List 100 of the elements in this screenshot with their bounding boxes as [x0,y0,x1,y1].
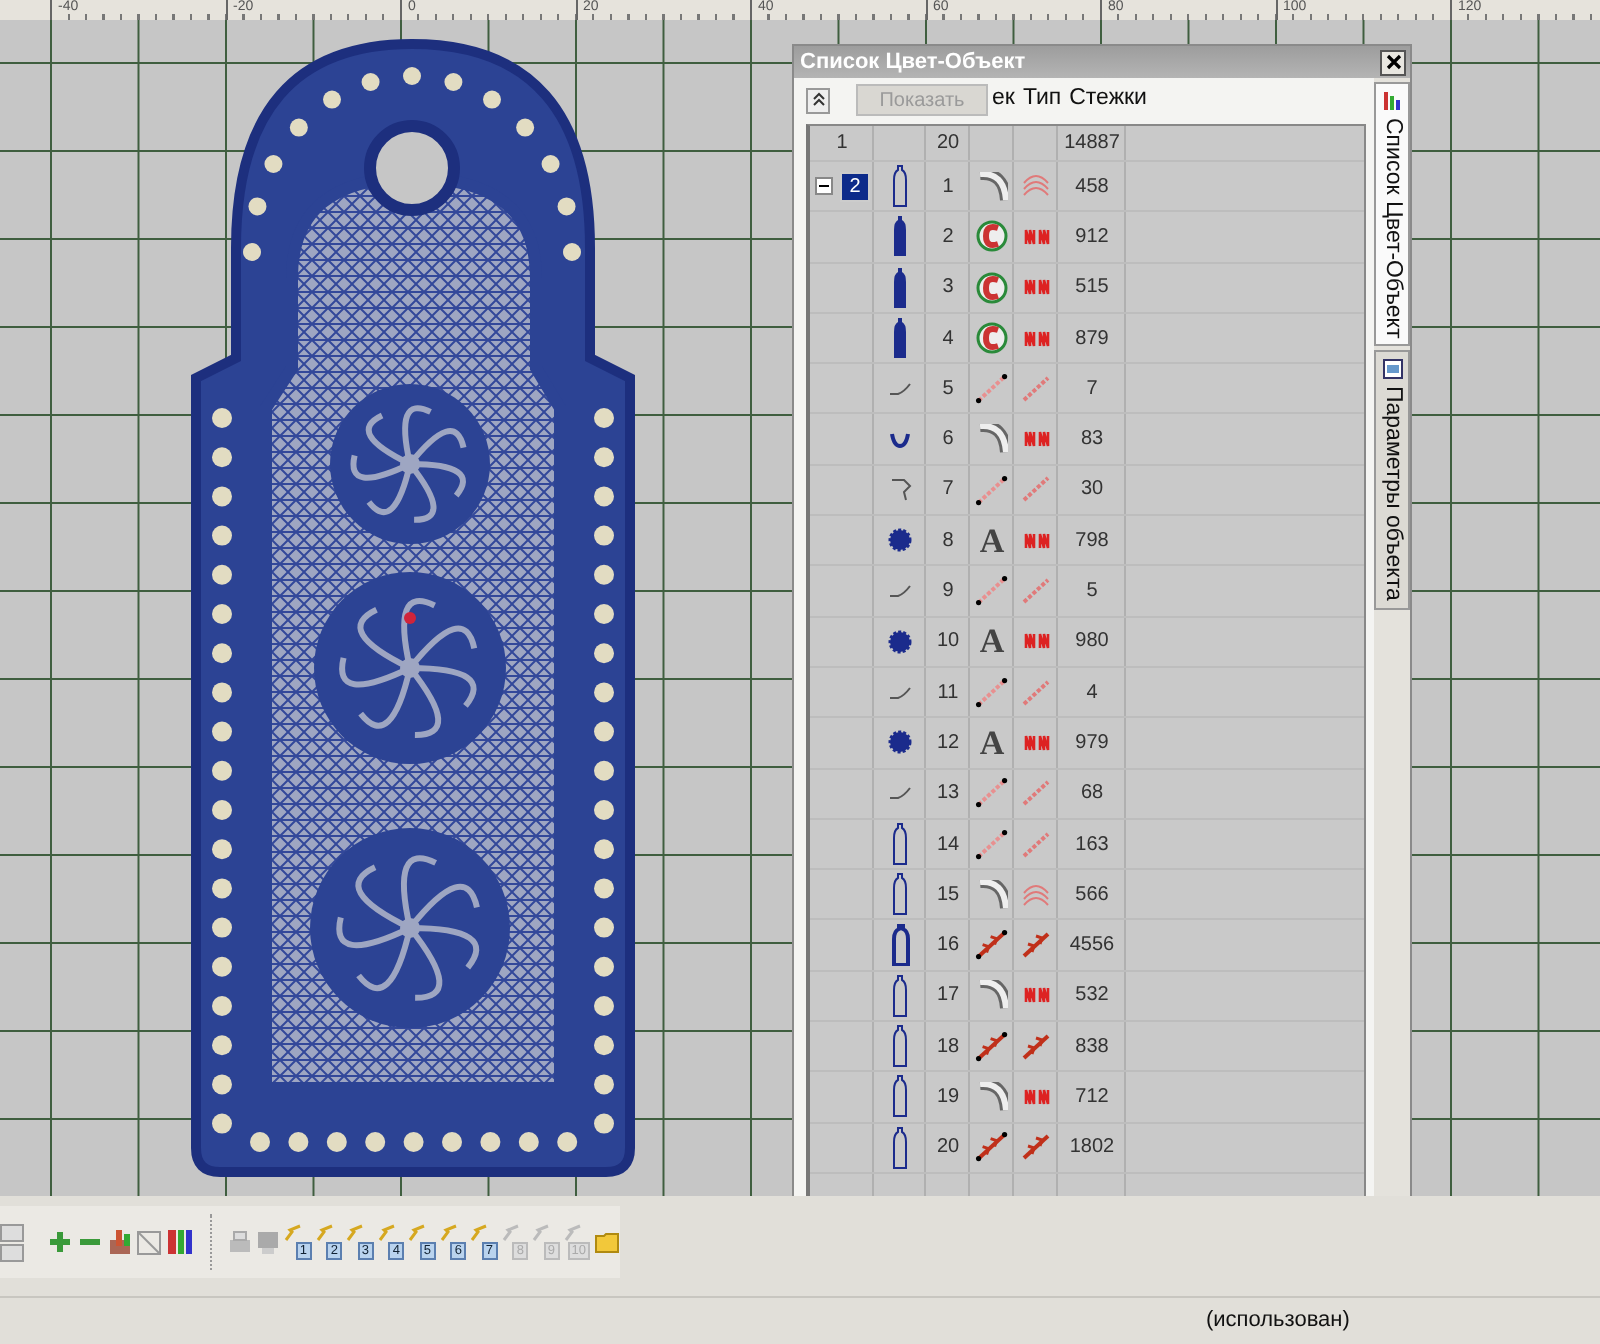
stitch-line-icon [974,776,1010,810]
stitch-count-cell-text: 515 [1075,274,1109,303]
stitch-count-cell-text: 912 [1075,223,1109,252]
bottle-outline-icon [892,1074,908,1119]
column-header: Стежки [1069,84,1147,115]
stitch-count-cell-text: 163 [1075,831,1109,859]
number-cell-text: 9 [942,578,954,607]
arrows-icon [1022,1033,1050,1060]
zigzag-icon [1023,986,1049,1005]
column-header: ек [992,84,1015,115]
close-icon [1385,54,1401,70]
flower-icon [888,629,912,654]
stitch-line-icon [974,473,1010,507]
stitch-count-cell-text: 798 [1075,527,1109,556]
print-icon [228,1230,252,1254]
bottle-outline-icon [891,923,909,967]
stitch-line-icon [974,675,1010,709]
stitch-line-icon [1022,375,1050,402]
stitch-count-cell-text: 68 [1080,780,1104,809]
stroke-icon [888,381,912,396]
zigzag-icon [1023,278,1049,297]
stitch-count-cell-text: 458 [1075,173,1109,202]
number-cell-text: 2 [942,223,954,252]
number-cell-text: 17 [936,982,960,1011]
status-text: (использован) [1206,1306,1350,1337]
printer-button[interactable] [256,1229,280,1255]
total-cell-text: 1 [836,130,848,158]
side-tab[interactable]: Параметры объекта [1374,350,1410,610]
stitch-count-cell-text: 712 [1075,1083,1109,1112]
bottle-outline-icon [892,872,908,917]
bottle-outline-icon [892,973,908,1018]
letter-icon: A [979,624,1005,659]
bars-icon [1382,90,1402,112]
total-cell-text: 20 [936,130,960,158]
number-cell-text: 11 [937,679,959,708]
bottle-outline-icon [892,1024,908,1069]
zigzag-icon [1023,227,1049,246]
chevron-up-icon [811,92,825,108]
arrows-icon [1022,932,1050,959]
printer-icon [256,1229,280,1255]
zigzag-icon [1023,531,1049,550]
stitch-line-icon [974,574,1010,608]
number-cell-text: 1 [942,173,954,202]
zigzag-icon [1023,632,1049,651]
curve-icon [977,879,1007,910]
plus-icon [48,1230,72,1254]
arrows-icon [1022,1134,1050,1161]
fill-pattern-icon [976,271,1008,304]
collapse-button[interactable] [806,87,830,113]
number-cell-text: 18 [936,1033,960,1062]
folder-icon [594,1231,620,1253]
color-bars-icon [166,1228,194,1256]
zigzag-icon [1023,1087,1049,1106]
stitch-count-cell-text: 879 [1075,325,1109,354]
folder-button[interactable] [594,1231,620,1253]
bottle-outline-icon [892,164,908,209]
letter-icon: A [979,523,1005,558]
number-cell-text: 19 [936,1083,960,1112]
fill-pattern-icon [976,322,1008,355]
print-button[interactable] [228,1230,252,1254]
crossed-box-icon [136,1229,162,1255]
stitch-line-icon [1022,578,1050,605]
number-cell-text: 16 [936,932,960,961]
stitch-count-cell-text: 532 [1075,982,1109,1011]
stroke-icon [888,584,912,599]
stitch-count-cell-text: 980 [1075,628,1109,657]
number-cell-text: 6 [942,426,954,455]
arrows-icon [974,1029,1010,1063]
number-cell-text: 3 [942,274,954,303]
bracket-icon [889,477,911,502]
stroke-icon [888,786,912,801]
stitch-count-cell-text: 979 [1075,729,1109,758]
plus-button[interactable] [48,1230,72,1254]
stitch-line-icon [974,827,1010,861]
arrows-icon [974,1130,1010,1165]
spin-control[interactable] [0,1223,24,1261]
stitch-count-cell-text: 1802 [1069,1134,1115,1163]
total-cell-text: 14887 [1064,130,1120,158]
curve-icon [977,424,1007,455]
color-bars-button[interactable] [166,1228,194,1256]
number-cell-text: 15 [936,881,960,910]
number-cell-text: 4 [942,325,954,354]
bottle-icon [892,316,908,361]
stitch-count-cell-text: 566 [1075,881,1109,910]
stitch-count-cell-text: 5 [1086,578,1098,607]
zigzag-icon [1023,430,1049,449]
stack-icon [108,1228,132,1256]
group-badge[interactable]: 2 [840,171,870,202]
stitch-count-cell-text: 30 [1080,476,1104,505]
zigzag-icon [1023,329,1049,348]
hook-icon [890,431,910,448]
stitch-line-icon [1022,780,1050,807]
close-button[interactable] [1380,49,1406,75]
number-cell-text: 5 [942,375,954,404]
number-cell-text: 10 [936,628,960,657]
side-tab[interactable]: Список Цвет-Объект [1374,82,1410,347]
collapse-icon[interactable] [814,176,834,197]
letter-icon: A [979,725,1005,760]
stack-button[interactable] [108,1228,132,1256]
stitch-count-cell-text: 7 [1086,375,1098,404]
